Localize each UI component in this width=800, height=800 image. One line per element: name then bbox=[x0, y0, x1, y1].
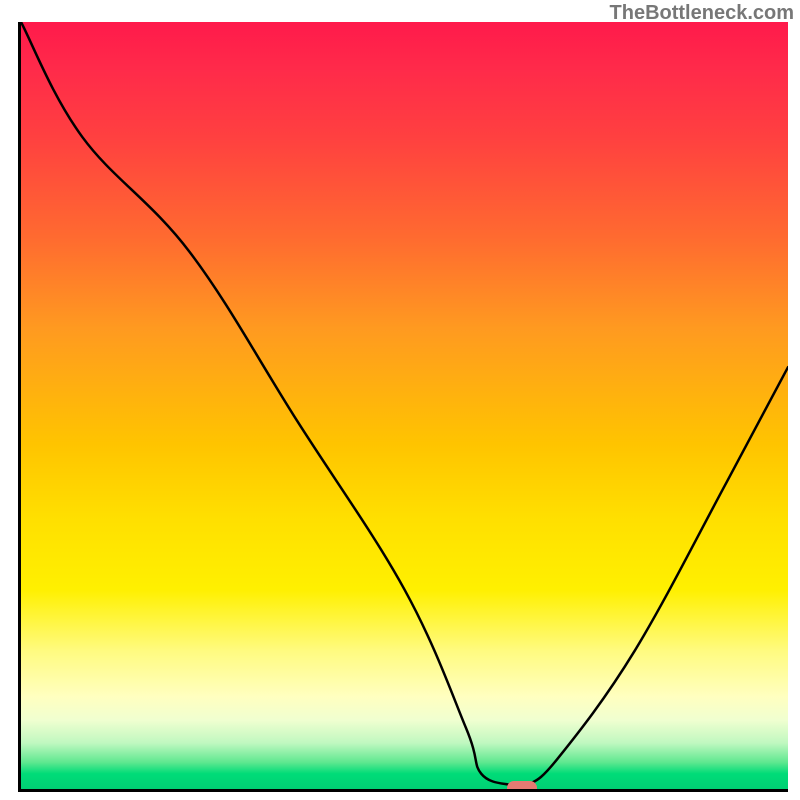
plot-area bbox=[18, 22, 788, 792]
watermark-text: TheBottleneck.com bbox=[610, 2, 794, 25]
optimal-marker bbox=[507, 781, 537, 792]
chart-curve bbox=[21, 22, 788, 789]
